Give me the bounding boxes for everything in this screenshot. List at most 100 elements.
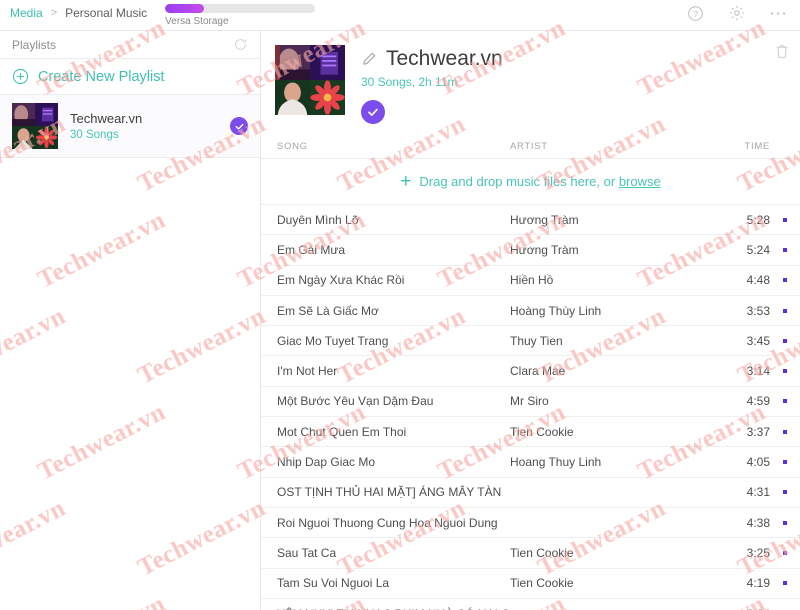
page-title: Techwear.vn (386, 47, 503, 70)
song-artist: Tien Cookie (510, 424, 574, 439)
table-row[interactable]: I'm Not Her Clara Mae 3:14 (261, 356, 800, 387)
song-title: Tam Su Voi Nguoi La (277, 576, 390, 591)
song-title: Nhip Dap Giac Mo (277, 455, 376, 470)
playlist-name: Techwear.vn (70, 111, 143, 126)
column-header-song: SONG (277, 140, 308, 152)
plus-circle-icon (12, 68, 29, 85)
storage-fill (165, 4, 205, 13)
song-duration: 3:53 (746, 303, 770, 318)
drag-drop-text: Drag and drop music files here, or (419, 174, 619, 189)
top-bar-actions: ? (687, 0, 800, 22)
table-row[interactable]: Em Ngày Xưa Khác Rồi Hiền Hồ 4:48 (261, 266, 800, 296)
table-row[interactable]: Roi Nguoi Thuong Cung Hoa Nguoi Dung 4:38 (261, 508, 800, 539)
song-duration: 4:48 (746, 273, 770, 288)
song-status-dot[interactable] (770, 520, 800, 525)
storage-label: Versa Storage (165, 16, 229, 27)
song-title: Giac Mo Tuyet Trang (277, 333, 389, 348)
song-status-dot[interactable] (770, 550, 800, 555)
song-status-dot[interactable] (770, 429, 800, 434)
breadcrumb-personal-music[interactable]: Personal Music (65, 6, 147, 20)
song-status-dot[interactable] (770, 399, 800, 404)
drag-drop-label: Drag and drop music files here, or brows… (419, 174, 660, 189)
top-bar: Media > Personal Music Versa Storage ? (0, 0, 800, 31)
breadcrumb: Media > Personal Music (0, 0, 147, 20)
song-duration: 5:24 (746, 242, 770, 257)
playlist-selected-badge[interactable] (361, 100, 503, 124)
song-artist: Hoang Thuy Linh (510, 455, 602, 470)
settings-gear-icon[interactable] (728, 4, 746, 22)
storage-meter: Versa Storage (165, 0, 316, 27)
song-status-dot[interactable] (770, 369, 800, 374)
sidebar-header: Playlists (0, 31, 260, 59)
refresh-icon[interactable] (233, 37, 248, 52)
status-dot-icon (783, 581, 787, 586)
song-artist: Tien Cookie (510, 545, 574, 560)
song-duration: 4:05 (746, 455, 770, 470)
playlists-sidebar: Playlists Create New Playlist Techwear.v… (0, 31, 261, 610)
song-status-dot[interactable] (770, 217, 800, 222)
svg-text:?: ? (693, 8, 698, 18)
song-duration: 3:25 (746, 545, 770, 560)
playlist-cover-art (275, 45, 345, 115)
song-artist: Clara Mae (510, 364, 566, 379)
status-dot-icon (783, 338, 787, 343)
song-status-dot[interactable] (770, 490, 800, 495)
song-status-dot[interactable] (770, 460, 800, 465)
song-title: Duyên Mình Lỡ (277, 212, 360, 227)
song-status-dot[interactable] (770, 581, 800, 586)
status-dot-icon (783, 217, 787, 222)
table-row[interactable]: Sau Tat Ca Tien Cookie 3:25 (261, 538, 800, 569)
song-title: I'm Not Her (277, 364, 338, 379)
song-status-dot[interactable] (770, 278, 800, 283)
breadcrumb-separator: > (50, 7, 58, 19)
column-header-time: TIME (744, 140, 770, 152)
table-row[interactable]: Duyên Mình Lỡ Hương Tràm 5:28 (261, 205, 800, 236)
sidebar-playlist-item[interactable]: Techwear.vn 30 Songs (0, 95, 260, 158)
status-dot-icon (783, 247, 787, 252)
drag-drop-zone[interactable]: + Drag and drop music files here, or bro… (261, 159, 800, 205)
song-title: OST TỊNH THỦ HAI MẶT] ÁNG MÂY TÀN (277, 485, 502, 500)
song-list: Duyên Mình Lỡ Hương Tràm 5:28 Em Gái Mưa Hươ… (261, 205, 800, 610)
status-dot-icon (783, 460, 787, 465)
song-status-dot[interactable] (770, 338, 800, 343)
table-row[interactable]: Nhip Dap Giac Mo Hoang Thuy Linh 4:05 (261, 447, 800, 478)
song-duration: 4:31 (746, 485, 770, 500)
song-status-dot[interactable] (770, 308, 800, 313)
pencil-icon[interactable] (361, 51, 377, 67)
table-row[interactable]: Giac Mo Tuyet Trang Thuy Tien 3:45 (261, 326, 800, 357)
column-header-artist: ARTIST (510, 140, 548, 152)
song-title: Em Sẽ Là Giấc Mơ (277, 303, 379, 318)
playlist-header: Techwear.vn 30 Songs, 2h 11m (261, 31, 800, 134)
create-new-playlist-label: Create New Playlist (38, 68, 165, 85)
song-duration: 4:19 (746, 576, 770, 591)
status-dot-icon (783, 429, 787, 434)
breadcrumb-media[interactable]: Media (10, 6, 43, 20)
song-duration: 3:45 (746, 333, 770, 348)
status-dot-icon (783, 308, 787, 313)
playlist-selected-checkmark[interactable] (230, 117, 248, 135)
song-artist: Tien Cookie (510, 576, 574, 591)
song-duration: 5:28 (746, 212, 770, 227)
help-icon[interactable]: ? (687, 5, 704, 22)
table-row[interactable]: Tam Su Voi Nguoi La Tien Cookie 4:19 (261, 569, 800, 599)
status-dot-icon (783, 369, 787, 374)
table-row[interactable]: Em Sẽ Là Giấc Mơ Hoàng Thùy Linh 3:53 (261, 296, 800, 327)
song-title: Roi Nguoi Thuong Cung Hoa Nguoi Dung (277, 515, 498, 530)
plus-icon: + (400, 171, 412, 192)
status-dot-icon (783, 399, 787, 404)
create-new-playlist-button[interactable]: Create New Playlist (0, 59, 260, 95)
table-row[interactable]: Em Gái Mưa Hương Tràm 5:24 (261, 235, 800, 266)
table-row[interactable]: OST TỊNH THỦ HAI MẶT] ÁNG MÂY TÀN 4:31 (261, 478, 800, 508)
table-row[interactable]: YÊU NHƯ EM NHẠC PHIM NHÀ CÓ HAI CỬA CHÍN… (261, 599, 800, 610)
playlist-summary: 30 Songs, 2h 11m (361, 75, 458, 89)
trash-icon[interactable] (774, 43, 790, 60)
song-status-dot[interactable] (770, 247, 800, 252)
song-artist: Hoàng Thùy Linh (510, 303, 602, 318)
browse-link[interactable]: browse (619, 174, 661, 189)
song-duration: 4:38 (746, 515, 770, 530)
status-dot-icon (783, 520, 787, 525)
song-duration: 2:04 (710, 607, 770, 610)
table-row[interactable]: Một Bước Yêu Vạn Dặm Đau Mr Siro 4:59 (261, 387, 800, 418)
more-options-icon[interactable] (770, 11, 786, 16)
table-row[interactable]: Mot Chut Quen Em Thoi Tien Cookie 3:37 (261, 417, 800, 448)
